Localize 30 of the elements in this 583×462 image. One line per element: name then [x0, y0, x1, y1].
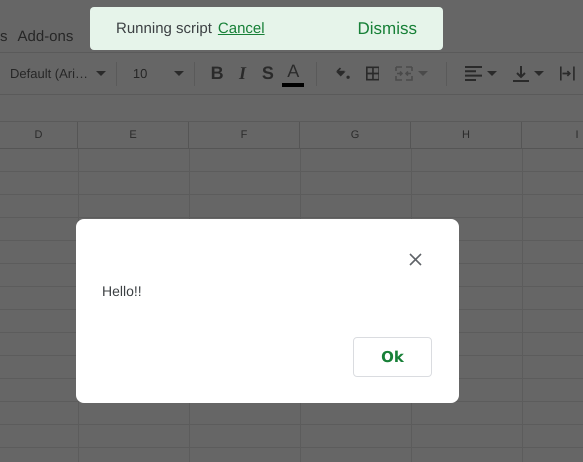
caret-icon — [534, 71, 544, 76]
dismiss-button[interactable]: Dismiss — [358, 18, 417, 38]
align-dropdown[interactable] — [465, 66, 498, 81]
text-wrap-icon[interactable] — [560, 65, 575, 82]
dialog-message: Hello!! — [102, 283, 143, 299]
bold-button[interactable]: B — [204, 63, 230, 84]
ok-button[interactable]: Ok — [353, 337, 432, 377]
column-header[interactable]: H — [411, 122, 522, 148]
column-header[interactable]: E — [78, 122, 189, 148]
close-icon[interactable] — [409, 253, 422, 266]
caret-icon — [174, 71, 184, 76]
borders-icon[interactable] — [366, 65, 380, 82]
color-button[interactable]: A — [280, 60, 306, 86]
caret-icon — [487, 71, 498, 76]
font-size-dropdown[interactable]: 10 — [132, 66, 184, 81]
column-header[interactable]: F — [189, 122, 300, 148]
vertical-align-dropdown[interactable] — [513, 66, 544, 82]
paint-bucket-icon[interactable] — [334, 66, 350, 82]
column-header[interactable]: D — [0, 122, 78, 148]
caret-icon — [418, 71, 428, 76]
strike-button[interactable]: S — [255, 63, 281, 84]
menu-item[interactable]: s — [0, 28, 8, 44]
italic-button[interactable]: I — [230, 63, 256, 84]
column-header[interactable]: G — [300, 122, 411, 148]
toast-message: Running script — [116, 20, 212, 37]
column-header[interactable]: I — [522, 122, 583, 148]
cancel-link[interactable]: Cancel — [218, 20, 265, 37]
caret-icon — [96, 71, 106, 76]
font-dropdown[interactable]: Default (Ari… — [10, 66, 106, 81]
menu-item[interactable]: Add-ons — [18, 28, 74, 44]
